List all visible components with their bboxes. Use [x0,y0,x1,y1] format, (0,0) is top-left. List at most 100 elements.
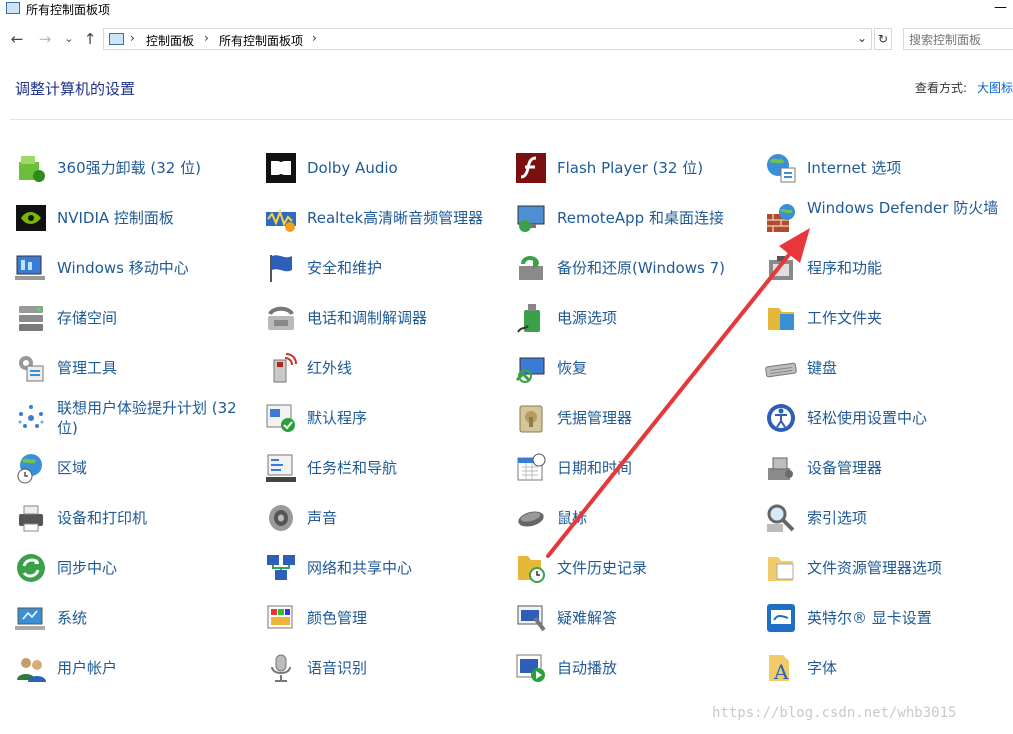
control-panel-item-label: 管理工具 [57,359,118,377]
control-panel-item-label: 360强力卸载 (32 位) [57,159,201,177]
breadcrumb-control-panel[interactable]: 控制面板 [146,32,194,49]
control-panel-item[interactable]: 文件历史记录 [515,546,755,590]
breadcrumb-all-items[interactable]: 所有控制面板项 [219,32,303,49]
minimize-button[interactable]: — [994,0,1007,15]
control-panel-item[interactable]: 设备和打印机 [15,496,255,540]
view-by-dropdown[interactable]: 大图标 [977,81,1013,95]
mouse-icon [515,502,547,534]
control-panel-item[interactable]: 文件资源管理器选项 [765,546,1005,590]
up-button[interactable]: ↑ [81,28,99,50]
control-panel-item-label: Flash Player (32 位) [557,159,704,177]
control-panel-item[interactable]: 默认程序 [265,396,505,440]
control-panel-item[interactable]: 疑难解答 [515,596,755,640]
forward-button[interactable]: → [36,28,54,50]
control-panel-item[interactable]: Realtek高清晰音频管理器 [265,196,505,240]
lenovo-icon [15,402,47,434]
control-panel-item[interactable]: 日期和时间 [515,446,755,490]
storage-icon [15,302,47,334]
control-panel-item[interactable]: Flash Player (32 位) [515,146,755,190]
search-input[interactable] [909,31,1009,49]
control-panel-item[interactable]: 设备管理器 [765,446,1005,490]
control-panel-item-label: NVIDIA 控制面板 [57,209,174,227]
control-panel-item-label: 鼠标 [557,509,588,527]
system-icon [15,602,47,634]
breadcrumb-separator[interactable]: › [312,31,317,45]
breadcrumb-separator[interactable]: › [130,31,135,45]
control-panel-item[interactable]: 安全和维护 [265,246,505,290]
control-panel-item[interactable]: A 字体 [765,646,1005,690]
back-button[interactable]: ← [8,28,26,50]
control-panel-item-label: 声音 [307,509,338,527]
control-panel-item[interactable]: 电源选项 [515,296,755,340]
control-panel-item[interactable]: 红外线 [265,346,505,390]
remoteapp-icon [515,202,547,234]
control-panel-item[interactable]: Dolby Audio [265,146,505,190]
folder-options-icon [765,552,797,584]
control-panel-item[interactable]: 程序和功能 [765,246,1005,290]
control-panel-item[interactable]: 任务栏和导航 [265,446,505,490]
control-panel-item[interactable]: 鼠标 [515,496,755,540]
control-panel-item[interactable]: NVIDIA 控制面板 [15,196,255,240]
control-panel-item-label: 同步中心 [57,559,118,577]
address-dropdown-button[interactable]: ⌄ [857,31,867,45]
control-panel-item-label: 颜色管理 [307,609,368,627]
control-panel-item[interactable]: Windows 移动中心 [15,246,255,290]
search-box[interactable] [903,28,1013,50]
control-panel-item[interactable]: Windows Defender 防火墙 [765,196,1005,240]
breadcrumb-separator[interactable]: › [204,31,209,45]
control-panel-item[interactable]: 语音识别 [265,646,505,690]
control-panel-item[interactable]: 声音 [265,496,505,540]
control-panel-item[interactable]: 联想用户体验提升计划 (32 位) [15,396,255,440]
control-panel-item[interactable]: 系统 [15,596,255,640]
control-panel-item[interactable]: 管理工具 [15,346,255,390]
control-panel-item[interactable]: Internet 选项 [765,146,1005,190]
control-panel-item-label: 文件资源管理器选项 [807,559,943,577]
control-panel-item-label: 语音识别 [307,659,368,677]
control-panel-item-label: RemoteApp 和桌面连接 [557,209,724,227]
control-panel-item[interactable]: 恢复 [515,346,755,390]
control-panel-item-label: Dolby Audio [307,159,398,177]
control-panel-item[interactable]: 360强力卸载 (32 位) [15,146,255,190]
control-panel-item-label: 联想用户体验提升计划 (32 位) [57,399,237,437]
control-panel-item[interactable]: 区域 [15,446,255,490]
address-bar[interactable]: › 控制面板 › 所有控制面板项 › ⌄ [103,28,872,50]
control-panel-item[interactable]: 自动播放 [515,646,755,690]
control-panel-item-label: Realtek高清晰音频管理器 [307,209,484,227]
control-panel-item[interactable]: 英特尔® 显卡设置 [765,596,1005,640]
control-panel-item-label: Windows Defender 防火墙 [807,199,999,217]
watermark: https://blog.csdn.net/whb3015 [712,705,957,721]
control-panel-item[interactable]: 网络和共享中心 [265,546,505,590]
nvidia-icon [15,202,47,234]
intel-graphics-icon [765,602,797,634]
troubleshoot-icon [515,602,547,634]
backup-icon [515,252,547,284]
control-panel-item[interactable]: 同步中心 [15,546,255,590]
flash-icon [515,152,547,184]
navigation-bar: ← → ⌄ ↑ › 控制面板 › 所有控制面板项 › ⌄ ↻ [0,26,1013,54]
control-panel-item[interactable]: 凭据管理器 [515,396,755,440]
printer-icon [15,502,47,534]
refresh-button[interactable]: ↻ [874,28,892,50]
control-panel-item-label: 区域 [57,459,88,477]
control-panel-item[interactable]: 键盘 [765,346,1005,390]
control-panel-item[interactable]: 轻松使用设置中心 [765,396,1005,440]
recent-locations-button[interactable]: ⌄ [60,28,78,50]
control-panel-item-label: 设备和打印机 [57,509,148,527]
control-panel-icon [6,2,20,14]
control-panel-item[interactable]: 工作文件夹 [765,296,1005,340]
control-panel-item[interactable]: 用户帐户 [15,646,255,690]
file-history-icon [515,552,547,584]
control-panel-item-label: 字体 [807,659,838,677]
control-panel-item[interactable]: 电话和调制解调器 [265,296,505,340]
keyboard-icon [765,352,797,384]
control-panel-item[interactable]: 索引选项 [765,496,1005,540]
control-panel-item[interactable]: RemoteApp 和桌面连接 [515,196,755,240]
autoplay-icon [515,652,547,684]
control-panel-item[interactable]: 备份和还原(Windows 7) [515,246,755,290]
control-panel-item-label: Internet 选项 [807,159,902,177]
microphone-icon [265,652,297,684]
control-panel-item[interactable]: 颜色管理 [265,596,505,640]
control-panel-item-label: 文件历史记录 [557,559,648,577]
control-panel-item[interactable]: 存储空间 [15,296,255,340]
color-management-icon [265,602,297,634]
